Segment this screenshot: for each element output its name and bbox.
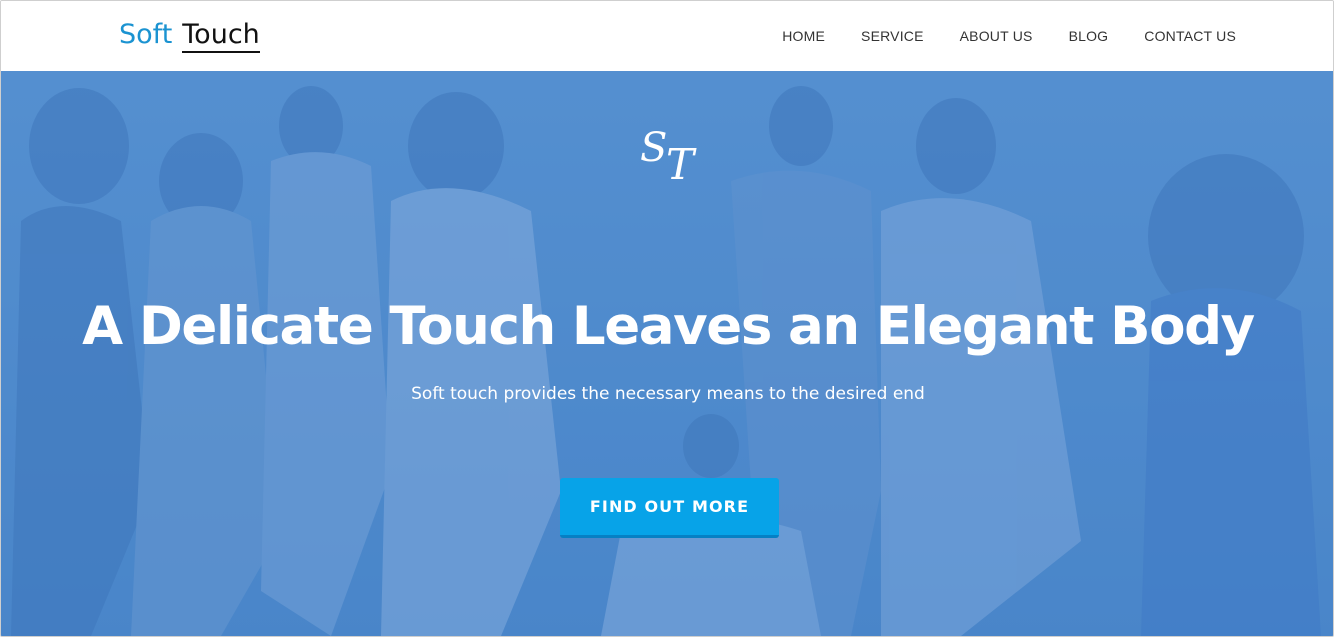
hero-title: A Delicate Touch Leaves an Elegant Body	[82, 296, 1255, 357]
hero-subtitle: Soft touch provides the necessary means …	[411, 384, 925, 404]
nav-about-us-link[interactable]: ABOUT US	[960, 23, 1033, 49]
monogram-letter-s: S	[640, 125, 668, 171]
top-navbar: Soft Touch HOME SERVICE ABOUT US BLOG CON…	[1, 1, 1333, 71]
nav-service-link[interactable]: SERVICE	[861, 23, 924, 49]
nav-blog-link[interactable]: BLOG	[1069, 23, 1109, 49]
brand-name-soft: Soft	[119, 19, 173, 50]
main-nav: HOME SERVICE ABOUT US BLOG CONTACT US	[782, 23, 1236, 49]
monogram-letter-t: T	[666, 140, 695, 189]
find-out-more-button[interactable]: FIND OUT MORE	[560, 478, 779, 538]
hero-section: S T A Delicate Touch Leaves an Elegant B…	[1, 71, 1333, 636]
brand-logo-link[interactable]: Soft Touch	[119, 15, 260, 55]
monogram-logo: S T	[634, 126, 714, 196]
brand-name-touch: Touch	[182, 19, 260, 53]
browser-viewport: Soft Touch HOME SERVICE ABOUT US BLOG CON…	[0, 0, 1334, 637]
nav-home-link[interactable]: HOME	[782, 23, 825, 49]
nav-contact-us-link[interactable]: CONTACT US	[1144, 23, 1236, 49]
